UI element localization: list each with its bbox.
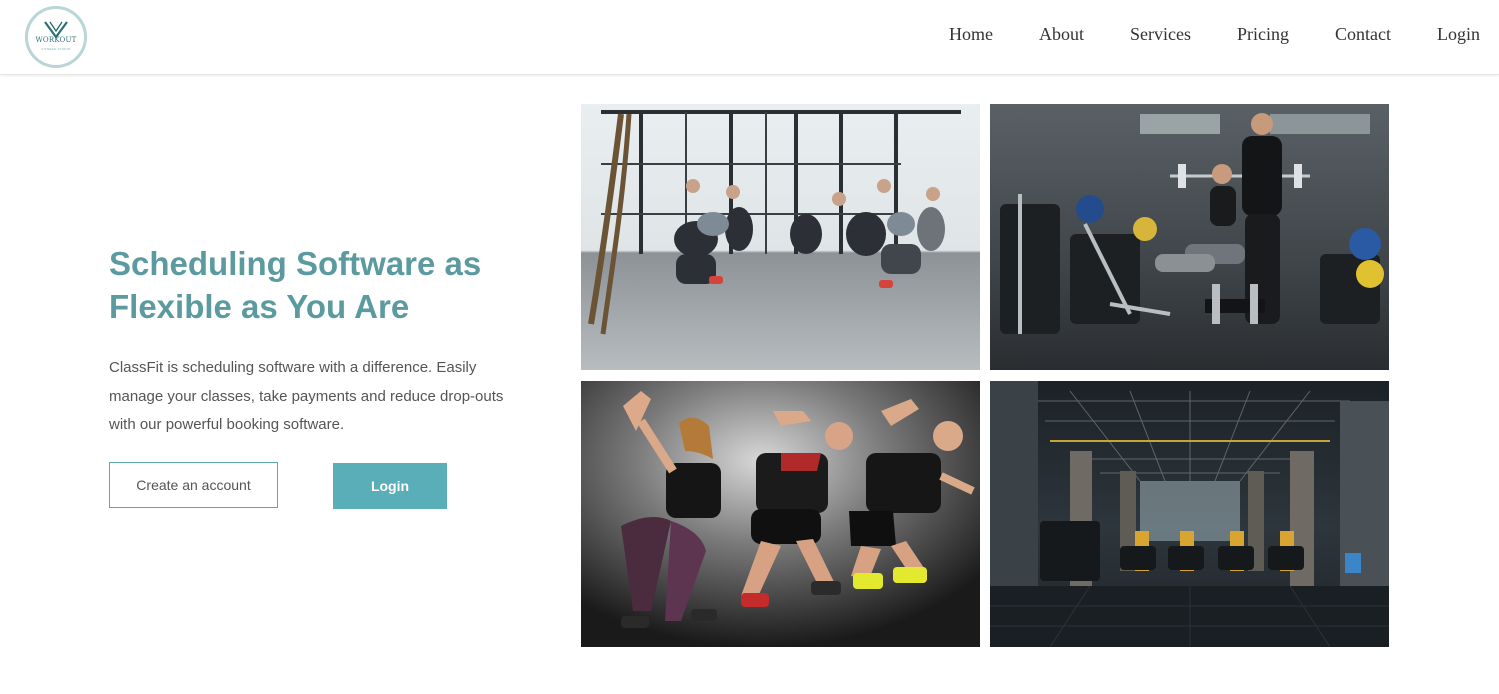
dance-workout-trio-photo: [581, 381, 980, 647]
nav-about[interactable]: About: [1039, 24, 1084, 45]
create-account-button[interactable]: Create an account: [109, 462, 278, 508]
nav-login[interactable]: Login: [1437, 24, 1480, 45]
group-squat-class-photo: [581, 104, 980, 370]
hero-description: ClassFit is scheduling software with a d…: [109, 359, 504, 433]
login-button[interactable]: Login: [333, 463, 447, 509]
nav-home[interactable]: Home: [949, 24, 993, 45]
personal-trainer-weights-photo: [990, 104, 1389, 370]
nav-contact[interactable]: Contact: [1335, 24, 1391, 45]
nav-pricing[interactable]: Pricing: [1237, 24, 1289, 45]
workout-logo[interactable]: WORKOUT FITNESS STUDIO: [25, 6, 87, 68]
logo-wordmark: WORKOUT: [35, 36, 77, 44]
nav-services[interactable]: Services: [1130, 24, 1191, 45]
empty-gym-interior-photo: [990, 381, 1389, 647]
hero-headline: Scheduling Software as Flexible as You A…: [109, 245, 482, 325]
logo-tagline: FITNESS STUDIO: [41, 47, 71, 51]
site-header: WORKOUT FITNESS STUDIO Home About Servic…: [0, 0, 1499, 75]
